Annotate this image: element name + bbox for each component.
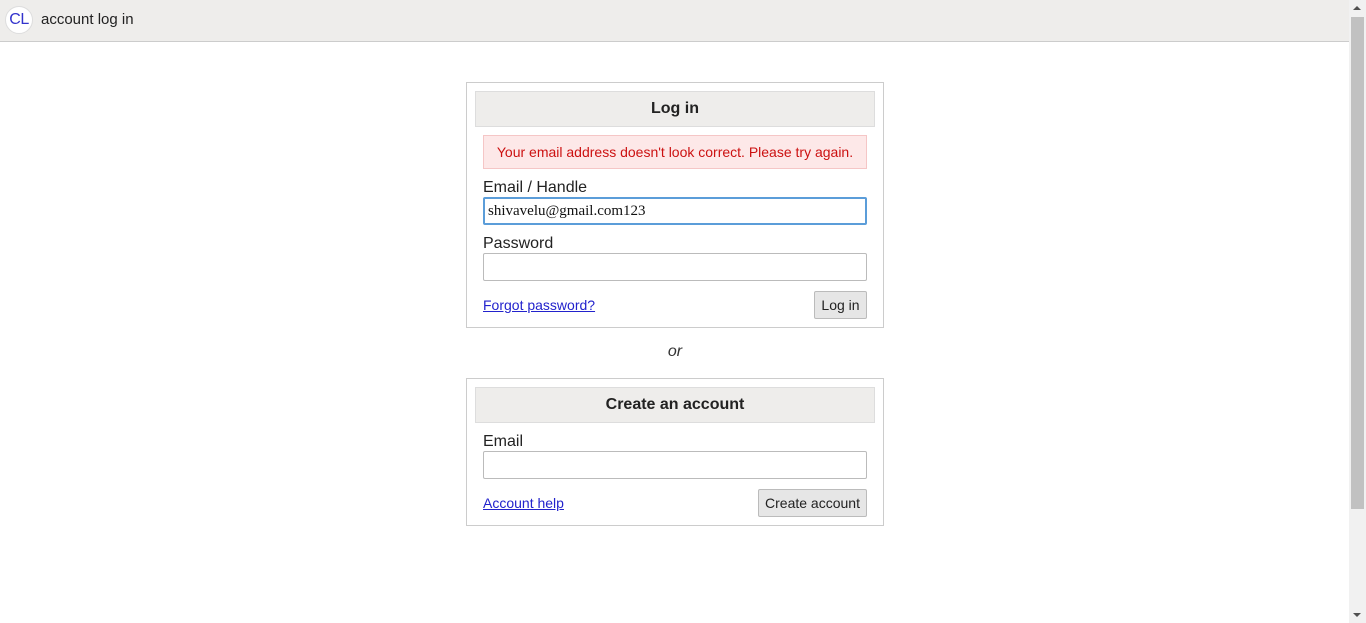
email-handle-label: Email / Handle	[483, 179, 588, 196]
header-bar: CL account log in	[0, 0, 1349, 42]
account-help-link[interactable]: Account help	[483, 494, 564, 512]
separator-or: or	[667, 343, 683, 360]
scrollbar-thumb[interactable]	[1351, 17, 1364, 509]
create-account-panel: Create an account Email Account help Cre…	[466, 378, 884, 526]
scroll-down-arrow-icon[interactable]	[1353, 613, 1361, 617]
vertical-scrollbar[interactable]	[1349, 0, 1366, 623]
forgot-password-link[interactable]: Forgot password?	[483, 296, 595, 314]
create-account-title: Create an account	[475, 387, 875, 423]
scroll-up-arrow-icon[interactable]	[1353, 6, 1361, 10]
create-account-button[interactable]: Create account	[758, 489, 867, 517]
page: CL account log in Log in Your email addr…	[0, 0, 1366, 623]
login-panel: Log in Your email address doesn't look c…	[466, 82, 884, 328]
login-title: Log in	[475, 91, 875, 127]
error-message: Your email address doesn't look correct.…	[483, 135, 867, 169]
create-email-input[interactable]	[483, 451, 867, 479]
page-title: account log in	[41, 11, 134, 28]
email-handle-input[interactable]	[483, 197, 867, 225]
logo[interactable]: CL	[5, 6, 33, 34]
login-button[interactable]: Log in	[814, 291, 867, 319]
password-input[interactable]	[483, 253, 867, 281]
create-email-label: Email	[483, 433, 524, 450]
password-label: Password	[483, 235, 554, 252]
